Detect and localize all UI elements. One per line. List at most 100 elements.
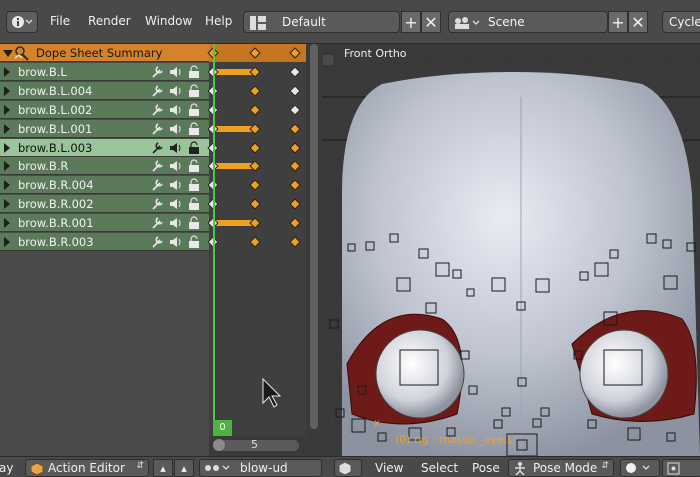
playhead[interactable] (213, 44, 215, 436)
wrench-icon (152, 85, 163, 97)
dope-sheet-summary-row[interactable]: Dope Sheet Summary (0, 44, 209, 62)
screen-layout-name: Default (282, 15, 326, 29)
wrench-icon (152, 123, 163, 135)
stash-button[interactable]: ▴ (174, 459, 194, 477)
menu-select[interactable]: Select (421, 461, 458, 475)
scene-name: Scene (488, 15, 525, 29)
add-layout-button[interactable]: + (401, 11, 421, 33)
channel-toggle-icons[interactable] (151, 122, 207, 136)
push-down-button[interactable]: ▴ (153, 459, 173, 477)
pivot-icon (667, 462, 680, 475)
info-icon (12, 16, 33, 28)
channel-row[interactable]: brow.B.R.002 (0, 195, 209, 213)
scroll-frame-label: 5 (251, 438, 258, 451)
plus-icon: + (404, 12, 418, 32)
editor-type-button[interactable] (6, 11, 38, 33)
menu-render[interactable]: Render (88, 14, 131, 28)
expand-triangle-icon[interactable] (4, 218, 10, 228)
wrench-icon (152, 217, 163, 229)
channel-toggle-icons[interactable] (151, 197, 207, 211)
expand-triangle-icon[interactable] (4, 105, 10, 115)
add-scene-button[interactable]: + (608, 11, 628, 33)
channel-toggle-icons[interactable] (151, 159, 207, 173)
viewport-shading-selector[interactable] (620, 459, 660, 477)
blender-window: File Render Window Help Default + ✕ Scen… (0, 0, 700, 477)
channel-toggle-icons[interactable] (151, 65, 207, 79)
viewport-editor-type[interactable] (334, 459, 362, 477)
axis-hint: x (374, 418, 380, 429)
3d-viewport[interactable]: Front Ortho x (0) rig : master_eye.L (322, 44, 700, 456)
speaker-icon (170, 161, 181, 171)
expand-triangle-icon[interactable] (4, 161, 10, 171)
current-frame-badge[interactable]: 0 (213, 420, 232, 436)
summary-label: Dope Sheet Summary (36, 46, 163, 60)
expand-triangle-icon[interactable] (4, 124, 10, 134)
viewport-corner-widget[interactable] (322, 53, 335, 67)
menu-view[interactable]: View (375, 461, 403, 475)
scene-selector[interactable]: Scene (448, 11, 608, 33)
speaker-icon (170, 180, 181, 190)
expand-triangle-icon[interactable] (4, 143, 10, 153)
expand-triangle-icon[interactable] (4, 237, 10, 247)
channel-row[interactable]: brow.B.L (0, 63, 209, 81)
channel-label: brow.B.R.003 (18, 235, 94, 249)
expand-triangle-icon[interactable] (4, 86, 10, 96)
channel-toggle-icons[interactable] (151, 216, 207, 230)
chevron-up-icon: ▴ (160, 461, 166, 475)
channel-row[interactable]: brow.B.L.002 (0, 101, 209, 119)
menu-window[interactable]: Window (145, 14, 192, 28)
dropdown-arrows-icon: ⇵ (136, 461, 144, 471)
pivot-selector[interactable] (662, 459, 700, 477)
scroll-knob[interactable] (213, 439, 225, 451)
pose-icon (515, 462, 525, 476)
channel-toggle-icons[interactable] (151, 141, 207, 155)
menu-help[interactable]: Help (205, 14, 232, 28)
channel-toggle-icons[interactable] (151, 103, 207, 117)
remove-layout-button[interactable]: ✕ (421, 11, 441, 33)
expand-triangle-icon[interactable] (4, 180, 10, 190)
expand-triangle-icon[interactable] (4, 67, 10, 77)
speaker-icon (170, 237, 181, 247)
summary-icon (14, 46, 29, 61)
interaction-mode-selector[interactable]: Pose Mode ⇵ (508, 459, 614, 477)
lock-icon (189, 178, 199, 191)
render-engine-selector[interactable]: Cycle (662, 11, 700, 33)
menu-pose[interactable]: Pose (472, 461, 500, 475)
collapse-triangle-icon[interactable] (3, 50, 13, 57)
channel-toggle-icons[interactable] (151, 84, 207, 98)
close-icon: ✕ (631, 12, 645, 32)
menu-file[interactable]: File (50, 14, 70, 28)
channel-row[interactable]: brow.B.R.001 (0, 214, 209, 232)
channel-label: brow.B.R.004 (18, 178, 94, 192)
action-icon (205, 465, 230, 471)
channel-row[interactable]: brow.B.R.003 (0, 233, 209, 251)
dopesheet-timeline[interactable] (209, 44, 306, 456)
expand-triangle-icon[interactable] (4, 199, 10, 209)
playback-menu-partial[interactable]: ay (0, 461, 13, 475)
screen-layout-selector[interactable]: Default (243, 11, 400, 33)
speaker-icon (170, 199, 181, 209)
timeline-horizontal-scrollbar[interactable]: 5 (209, 436, 306, 456)
speaker-icon (170, 124, 181, 134)
wrench-icon (152, 160, 163, 172)
layout-icon (250, 16, 266, 30)
chevron-up-icon: ▴ (181, 461, 187, 475)
dopesheet-header: ay Action Editor ⇵ ▴ ▴ blow-ud (0, 456, 322, 477)
channel-toggle-icons[interactable] (151, 235, 207, 249)
channel-row[interactable]: brow.B.R.004 (0, 176, 209, 194)
action-selector[interactable]: blow-ud (199, 459, 322, 477)
speaker-icon (170, 86, 181, 96)
scrollbar-thumb[interactable] (310, 44, 318, 429)
lock-icon (189, 216, 199, 229)
channel-row[interactable]: brow.B.R (0, 157, 209, 175)
channel-row[interactable]: brow.B.L.001 (0, 120, 209, 138)
channel-row[interactable]: brow.B.L.004 (0, 82, 209, 100)
channel-row[interactable]: brow.B.L.003 (0, 139, 209, 157)
channel-label: brow.B.L (18, 65, 67, 79)
lock-icon (189, 141, 199, 154)
remove-scene-button[interactable]: ✕ (628, 11, 648, 33)
channel-label: brow.B.R (18, 159, 69, 173)
timeline-vertical-scrollbar[interactable] (306, 44, 322, 456)
channel-toggle-icons[interactable] (151, 178, 207, 192)
editor-mode-selector[interactable]: Action Editor ⇵ (25, 459, 149, 477)
